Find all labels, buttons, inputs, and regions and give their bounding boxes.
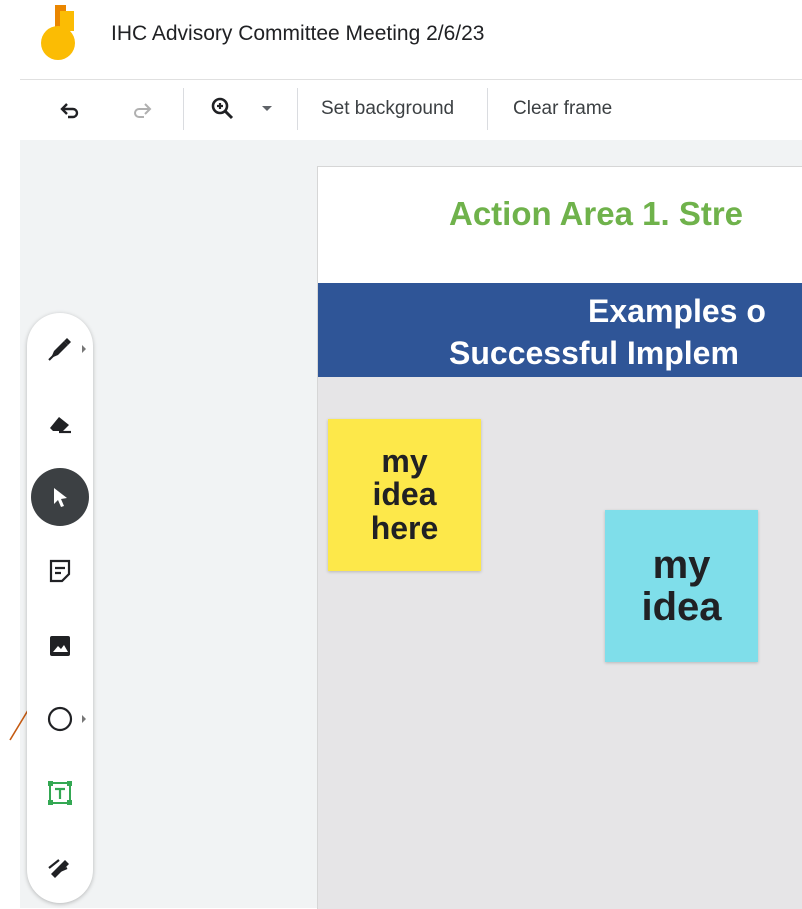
note-line: my — [381, 442, 428, 479]
sticky-note-text: my idea here — [370, 442, 439, 546]
submenu-caret-icon — [82, 345, 86, 353]
eraser-icon — [50, 417, 71, 434]
note-line: here — [370, 509, 439, 546]
set-background-button[interactable]: Set background — [321, 92, 454, 126]
laser-icon — [48, 859, 69, 878]
circle-icon — [47, 706, 73, 732]
text-box-tool-button[interactable] — [32, 765, 88, 821]
pen-icon — [48, 338, 71, 361]
examples-banner: Examples o Successful Implem — [318, 283, 802, 377]
cursor-icon — [54, 488, 67, 507]
banner-line-2: Successful Implem — [449, 335, 739, 371]
submenu-caret-icon — [82, 715, 86, 723]
note-line: idea — [372, 476, 437, 513]
toolbar: Set background Clear frame — [0, 80, 802, 138]
toolbar-divider — [487, 88, 488, 130]
zoom-in-icon — [211, 97, 234, 120]
action-area-title: Action Area 1. Stre — [449, 195, 744, 232]
redo-button[interactable] — [124, 92, 160, 126]
toolbar-divider — [183, 88, 184, 130]
jam-frame[interactable]: Action Area 1. Stre Examples o Successfu… — [317, 166, 802, 909]
note-line: my — [652, 543, 711, 587]
caret-down-icon — [262, 106, 272, 111]
sticky-note-blue[interactable]: my idea — [605, 510, 758, 662]
frame-header-area: Action Area 1. Stre — [318, 167, 802, 283]
zoom-dropdown-button[interactable] — [257, 92, 277, 126]
shape-tool-button[interactable] — [32, 691, 88, 747]
select-tool-button[interactable] — [31, 468, 89, 526]
sticky-note-text: my idea — [641, 544, 721, 628]
pen-tool-button[interactable] — [32, 321, 88, 377]
jamboard-logo-icon[interactable] — [38, 5, 82, 61]
sticky-note-tool-button[interactable] — [32, 543, 88, 599]
image-tool-button[interactable] — [32, 618, 88, 674]
image-icon — [50, 636, 70, 656]
sticky-note-yellow[interactable]: my idea here — [328, 419, 481, 571]
document-title[interactable]: IHC Advisory Committee Meeting 2/6/23 — [111, 22, 485, 46]
undo-icon — [60, 103, 79, 119]
sticky-note-icon — [49, 559, 71, 583]
note-line: idea — [641, 585, 722, 629]
undo-button[interactable] — [52, 92, 88, 126]
clear-frame-button[interactable]: Clear frame — [513, 92, 612, 126]
redo-icon — [134, 103, 152, 118]
zoom-button[interactable] — [203, 92, 243, 126]
laser-tool-button[interactable] — [32, 839, 88, 895]
text-box-icon — [48, 781, 72, 805]
tool-rail — [27, 313, 93, 903]
eraser-tool-button[interactable] — [32, 395, 88, 451]
app-header: IHC Advisory Committee Meeting 2/6/23 — [0, 0, 802, 80]
banner-line-1: Examples o — [588, 293, 766, 329]
toolbar-divider — [297, 88, 298, 130]
